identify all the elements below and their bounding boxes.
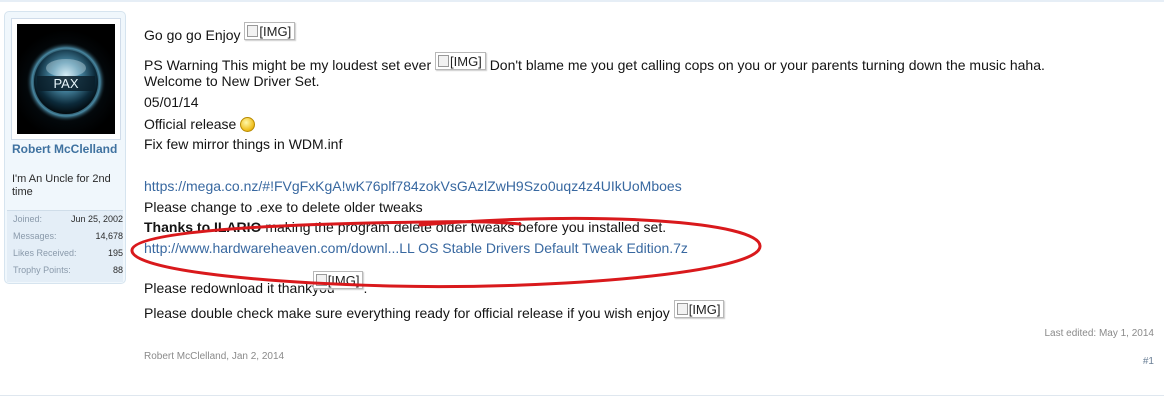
stat-messages[interactable]: Messages: 14,678 <box>13 231 123 242</box>
broken-image-icon[interactable]: [IMG] <box>435 52 486 70</box>
username-link[interactable]: Robert McClelland <box>12 141 122 157</box>
broken-image-icon[interactable]: [IMG] <box>673 300 725 318</box>
message-line: Thanks to ILARIO making the program dele… <box>144 219 666 236</box>
stat-label: Joined: <box>13 214 43 224</box>
stat-joined: Joined: Jun 25, 2002 <box>13 214 123 225</box>
stat-label: Messages: <box>13 231 57 241</box>
avatar-text: PAX <box>53 76 78 91</box>
avatar-image: PAX <box>17 24 115 134</box>
stat-label: Trophy Points: <box>13 265 71 275</box>
message-text: . <box>363 280 368 296</box>
message-line: PS Warning This might be my loudest set … <box>144 52 1045 74</box>
message-line: Welcome to New Driver Set. <box>144 73 320 89</box>
stat-value: 195 <box>107 248 123 258</box>
stat-trophy[interactable]: Trophy Points: 88 <box>13 265 123 276</box>
smiley-icon <box>240 117 256 132</box>
stat-label: Likes Received: <box>13 248 77 258</box>
top-divider <box>0 0 1164 2</box>
broken-image-icon[interactable]: [IMG] <box>312 271 364 289</box>
message-text: Go go go Enjoy <box>144 27 241 43</box>
thanks-bold: Thanks to ILARIO <box>144 219 262 235</box>
mega-link[interactable]: https://mega.co.nz/#!FVgFxKgA!wK76plf784… <box>144 178 682 195</box>
bottom-divider <box>0 395 1164 396</box>
message-line: Please double check make sure everything… <box>144 300 725 322</box>
broken-image-icon[interactable]: [IMG] <box>244 22 296 40</box>
download-link[interactable]: http://www.hardwareheaven.com/downl...LL… <box>144 240 688 257</box>
message-text: Please double check make sure everything… <box>144 305 670 321</box>
message-line: Please redownload it thankyou[IMG]. <box>144 271 367 297</box>
avatar[interactable]: PAX <box>11 18 121 140</box>
message-text: Please redownload it thankyou <box>144 280 335 296</box>
message-line: Go go go Enjoy [IMG] <box>144 22 296 44</box>
user-title: I'm An Uncle for 2nd time <box>12 173 111 198</box>
post-permalink[interactable]: #1 <box>1143 356 1154 367</box>
user-info-panel: PAX Robert McClelland I'm An Uncle for 2… <box>4 11 126 284</box>
message-line: Fix few mirror things in WDM.inf <box>144 136 343 152</box>
message-text: Don't blame me you get calling cops on y… <box>489 57 1045 73</box>
message-line: 05/01/14 <box>144 94 199 110</box>
message-line: Please change to .exe to delete older tw… <box>144 199 423 215</box>
message-line: Official release <box>144 116 256 133</box>
message-text: Official release <box>144 116 237 132</box>
stat-value: 88 <box>112 265 123 275</box>
message-text: PS Warning This might be my loudest set … <box>144 57 432 73</box>
last-edited: Last edited: May 1, 2014 <box>1044 328 1154 339</box>
stat-value: Jun 25, 2002 <box>70 214 123 224</box>
stat-value: 14,678 <box>95 231 123 241</box>
message-text: making the program delete older tweaks b… <box>265 219 667 235</box>
avatar-orb-icon: PAX <box>26 42 106 122</box>
author-date[interactable]: Robert McClelland, Jan 2, 2014 <box>144 351 284 362</box>
stat-likes: Likes Received: 195 <box>13 248 123 259</box>
